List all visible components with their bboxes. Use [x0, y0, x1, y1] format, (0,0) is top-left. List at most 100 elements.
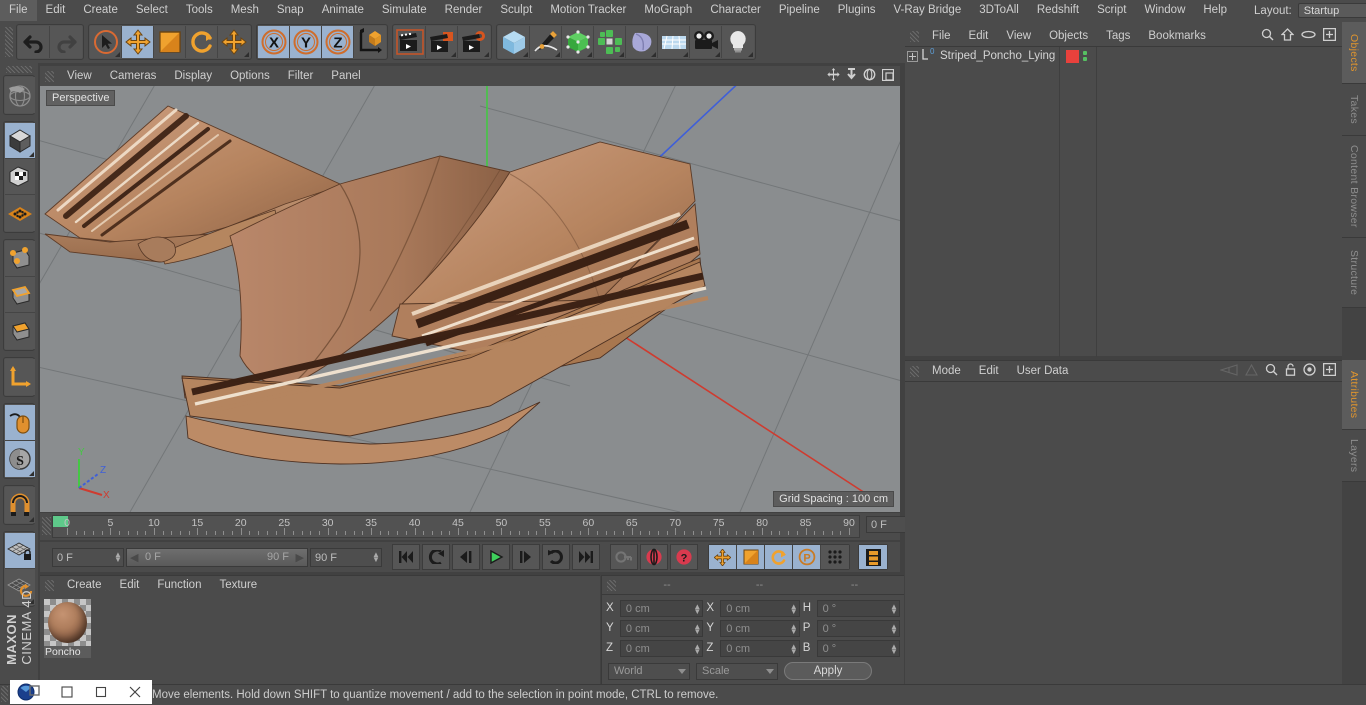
- world-coordinate-icon[interactable]: [354, 26, 386, 58]
- transform-mode-dropdown[interactable]: Scale: [696, 662, 778, 680]
- position-y-field[interactable]: 0 cm ▲ ▼: [619, 619, 704, 637]
- z-axis-icon[interactable]: Z: [322, 26, 354, 58]
- maximize-viewport-icon[interactable]: [881, 68, 895, 84]
- minimize-icon[interactable]: [50, 680, 84, 704]
- scale-icon[interactable]: [154, 26, 186, 58]
- next-frame-icon[interactable]: [512, 544, 540, 570]
- tab-takes[interactable]: Takes: [1342, 84, 1366, 136]
- lock-icon[interactable]: [1285, 363, 1296, 379]
- left-toolbar-grip[interactable]: [6, 66, 32, 73]
- object-menu-bookmarks[interactable]: Bookmarks: [1139, 26, 1215, 46]
- menu-item-script[interactable]: Script: [1088, 0, 1135, 21]
- object-menu-objects[interactable]: Objects: [1040, 26, 1097, 46]
- timeline-filmstrip-icon[interactable]: [859, 545, 887, 569]
- spinner-icon[interactable]: ▲▼: [693, 642, 701, 655]
- menu-item-sculpt[interactable]: Sculpt: [491, 0, 541, 21]
- toolbar-grip[interactable]: [5, 27, 13, 57]
- tab-structure[interactable]: Structure: [1342, 238, 1366, 308]
- object-menu-file[interactable]: File: [923, 26, 960, 46]
- spinner-icon[interactable]: ▲▼: [693, 622, 701, 635]
- cube-primitive-icon[interactable]: [498, 26, 530, 58]
- tab-objects[interactable]: Objects: [1342, 22, 1366, 84]
- forward-nav-icon[interactable]: [1245, 363, 1258, 379]
- render-settings-icon[interactable]: [458, 26, 490, 58]
- viewport-menu-options[interactable]: Options: [221, 66, 279, 86]
- range-next-icon[interactable]: ▶: [296, 551, 304, 564]
- back-nav-icon[interactable]: [1219, 363, 1238, 379]
- size-y-field[interactable]: 0 cm ▲ ▼: [720, 619, 800, 637]
- maximize-icon[interactable]: [84, 680, 118, 704]
- viewport-solo-mouse-icon[interactable]: [5, 405, 35, 441]
- menu-item-mograph[interactable]: MoGraph: [635, 0, 701, 21]
- spinner-icon[interactable]: ▲▼: [890, 602, 898, 615]
- add-icon[interactable]: [1322, 362, 1337, 379]
- position-z-field[interactable]: 0 cm ▲ ▼: [619, 639, 704, 657]
- home-icon[interactable]: [1280, 28, 1295, 44]
- x-axis-icon[interactable]: X: [258, 26, 290, 58]
- viewport-menu-display[interactable]: Display: [165, 66, 221, 86]
- attribute-content[interactable]: [905, 381, 1342, 686]
- light-icon[interactable]: [722, 26, 754, 58]
- timeline-grip[interactable]: [42, 517, 51, 535]
- layout-dropdown[interactable]: Startup: [1297, 3, 1366, 18]
- go-to-start-icon[interactable]: [392, 544, 420, 570]
- menu-item-animate[interactable]: Animate: [313, 0, 373, 21]
- tab-attributes[interactable]: Attributes: [1342, 360, 1366, 430]
- target-icon[interactable]: [1303, 363, 1316, 379]
- material-thumbnail[interactable]: [44, 599, 91, 646]
- attribute-menu-user-data[interactable]: User Data: [1008, 361, 1078, 381]
- material-menu-create[interactable]: Create: [58, 576, 111, 595]
- material-manager-grip[interactable]: [45, 580, 54, 591]
- object-row[interactable]: 0 Striped_Poncho_Lying: [905, 47, 1059, 65]
- spinner-icon[interactable]: ▲▼: [372, 550, 380, 563]
- menu-item-3dtoall[interactable]: 3DToAll: [970, 0, 1028, 21]
- record-rotation-icon[interactable]: [765, 545, 793, 569]
- attribute-menu-mode[interactable]: Mode: [923, 361, 970, 381]
- menu-item-redshift[interactable]: Redshift: [1028, 0, 1088, 21]
- coordinates-grip[interactable]: [607, 579, 616, 591]
- object-manager-grip[interactable]: [910, 30, 919, 42]
- end-frame-field[interactable]: 90 F ▲ ▼: [310, 547, 382, 567]
- viewport-menu-view[interactable]: View: [58, 66, 101, 86]
- coordinate-system-dropdown[interactable]: World: [608, 662, 690, 680]
- visibility-dots-icon[interactable]: [1083, 51, 1087, 61]
- frame-range-slider[interactable]: ◀ 0 F 90 F ▶: [126, 547, 308, 567]
- viewport-menu-panel[interactable]: Panel: [322, 66, 369, 86]
- position-x-field[interactable]: 0 cm ▲ ▼: [619, 599, 704, 617]
- ellipse-icon[interactable]: [1301, 30, 1316, 42]
- spinner-icon[interactable]: ▲▼: [693, 602, 701, 615]
- rotate-view-icon[interactable]: [863, 68, 876, 84]
- menu-item-character[interactable]: Character: [701, 0, 770, 21]
- play-forward-icon[interactable]: [482, 544, 510, 570]
- nurbs-icon[interactable]: [562, 26, 594, 58]
- zoom-icon[interactable]: [846, 68, 857, 84]
- record-position-icon[interactable]: [709, 545, 737, 569]
- autokey-key-icon[interactable]: [610, 544, 638, 570]
- material-menu-function[interactable]: Function: [148, 576, 210, 595]
- menu-item-select[interactable]: Select: [127, 0, 177, 21]
- object-menu-tags[interactable]: Tags: [1097, 26, 1139, 46]
- model-mode-icon[interactable]: [5, 159, 35, 195]
- menu-item-render[interactable]: Render: [436, 0, 492, 21]
- timeline-ruler[interactable]: 0 5 10 15 20 25 30 35 40 45 50 55 60 65 70 75 80 85 90: [52, 515, 860, 538]
- close-icon[interactable]: [118, 680, 152, 704]
- play-loop-icon[interactable]: [542, 544, 570, 570]
- menu-item-create[interactable]: Create: [74, 0, 127, 21]
- spinner-icon[interactable]: ▲▼: [114, 550, 122, 563]
- point-level-animation-icon[interactable]: [821, 545, 849, 569]
- autokeying-icon[interactable]: [640, 544, 668, 570]
- viewport-canvas[interactable]: Perspective Grid Spacing : 100 cm Y X Z: [40, 86, 900, 512]
- attribute-manager-grip[interactable]: [910, 365, 919, 377]
- material-list[interactable]: Poncho: [40, 595, 600, 685]
- range-prev-icon[interactable]: ◀: [130, 551, 138, 564]
- apply-button[interactable]: Apply: [784, 662, 872, 680]
- undo-icon[interactable]: [18, 26, 50, 58]
- move-icon[interactable]: [122, 26, 154, 58]
- search-icon[interactable]: [1265, 363, 1278, 379]
- menu-item-motion-tracker[interactable]: Motion Tracker: [541, 0, 635, 21]
- search-icon[interactable]: [1261, 28, 1274, 44]
- menu-item-tools[interactable]: Tools: [177, 0, 222, 21]
- magnet-icon[interactable]: [5, 487, 35, 523]
- material-menu-edit[interactable]: Edit: [111, 576, 149, 595]
- object-tree[interactable]: 0 Striped_Poncho_Lying: [905, 46, 1342, 357]
